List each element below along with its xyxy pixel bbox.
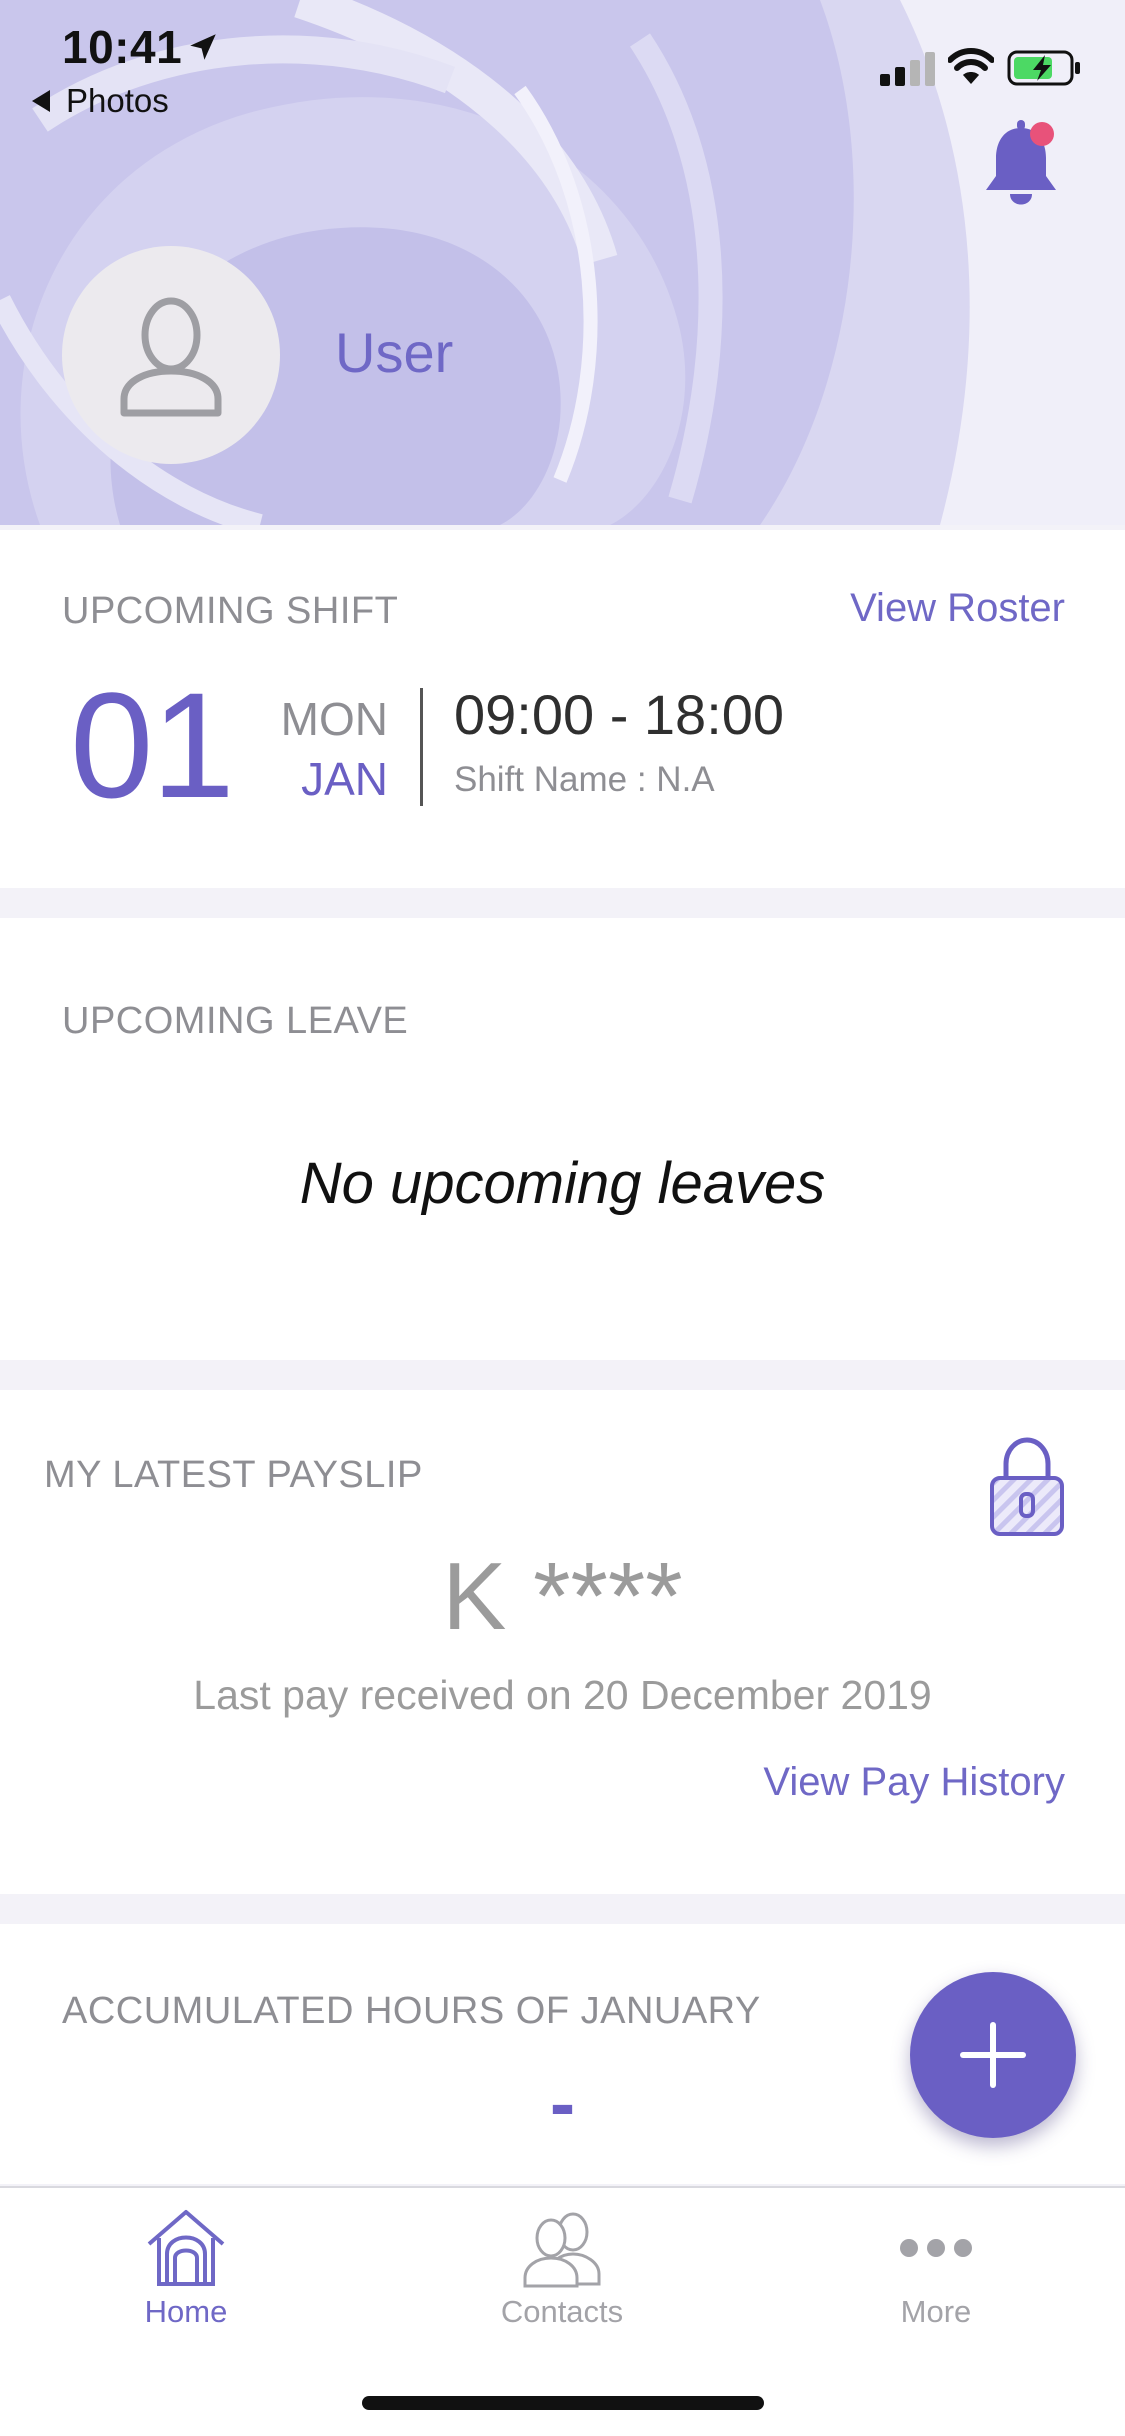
user-avatar-icon: [120, 297, 222, 417]
accumulated-hours-title: ACCUMULATED HOURS OF JANUARY: [62, 1990, 761, 2032]
payslip-title: MY LATEST PAYSLIP: [44, 1454, 423, 1496]
last-pay-note: Last pay received on 20 December 2019: [193, 1672, 932, 1718]
tab-contacts-label: Contacts: [500, 2294, 624, 2329]
plus-icon: [960, 2022, 1026, 2088]
no-leaves-message: No upcoming leaves: [299, 1151, 826, 1216]
add-button[interactable]: [910, 1972, 1076, 2138]
upcoming-shift-card: UPCOMING SHIFT View Roster 01 MON JAN 09…: [0, 530, 1125, 888]
tab-home[interactable]: Home: [76, 2208, 296, 2348]
user-name: User: [335, 321, 454, 384]
wifi-icon: [948, 48, 994, 84]
cellular-signal-icon: [880, 52, 935, 86]
location-arrow-icon: [190, 34, 216, 60]
view-roster-link[interactable]: View Roster: [850, 586, 1065, 631]
status-bar: 10:41 Photos: [0, 0, 1125, 130]
home-icon: [147, 2210, 225, 2286]
payslip-amount-masked: K ****: [442, 1543, 683, 1650]
tab-contacts[interactable]: Contacts: [452, 2208, 672, 2348]
battery-icon: [1007, 50, 1080, 86]
shift-month: JAN: [301, 753, 388, 805]
more-icon: [900, 2239, 972, 2257]
upcoming-leave-title: UPCOMING LEAVE: [62, 1000, 409, 1042]
back-arrow-icon: [32, 90, 50, 112]
profile-header: 10:41 Photos User: [0, 0, 1125, 525]
avatar[interactable]: [62, 246, 280, 464]
latest-payslip-card: MY LATEST PAYSLIP K **** Last pay receiv…: [0, 1390, 1125, 1894]
status-time: 10:41: [62, 21, 183, 73]
shift-day: 01: [70, 661, 235, 829]
upcoming-shift-title: UPCOMING SHIFT: [62, 590, 399, 632]
notification-dot: [1030, 122, 1054, 146]
shift-time-range: 09:00 - 18:00: [454, 683, 785, 746]
back-app-label: Photos: [66, 82, 169, 119]
tab-home-label: Home: [144, 2294, 228, 2329]
tab-more-label: More: [900, 2294, 972, 2329]
shift-name: Shift Name : N.A: [454, 760, 715, 799]
home-indicator: [362, 2396, 764, 2410]
notification-bell-icon[interactable]: [982, 118, 1060, 210]
shift-weekday: MON: [280, 693, 388, 745]
contacts-icon: [523, 2212, 601, 2288]
shift-divider: [420, 688, 423, 806]
back-to-app-button[interactable]: Photos: [32, 82, 169, 120]
upcoming-leave-card: UPCOMING LEAVE No upcoming leaves: [0, 918, 1125, 1360]
view-pay-history-link[interactable]: View Pay History: [763, 1760, 1065, 1805]
tab-more[interactable]: More: [826, 2208, 1046, 2348]
lock-icon[interactable]: [988, 1434, 1066, 1538]
